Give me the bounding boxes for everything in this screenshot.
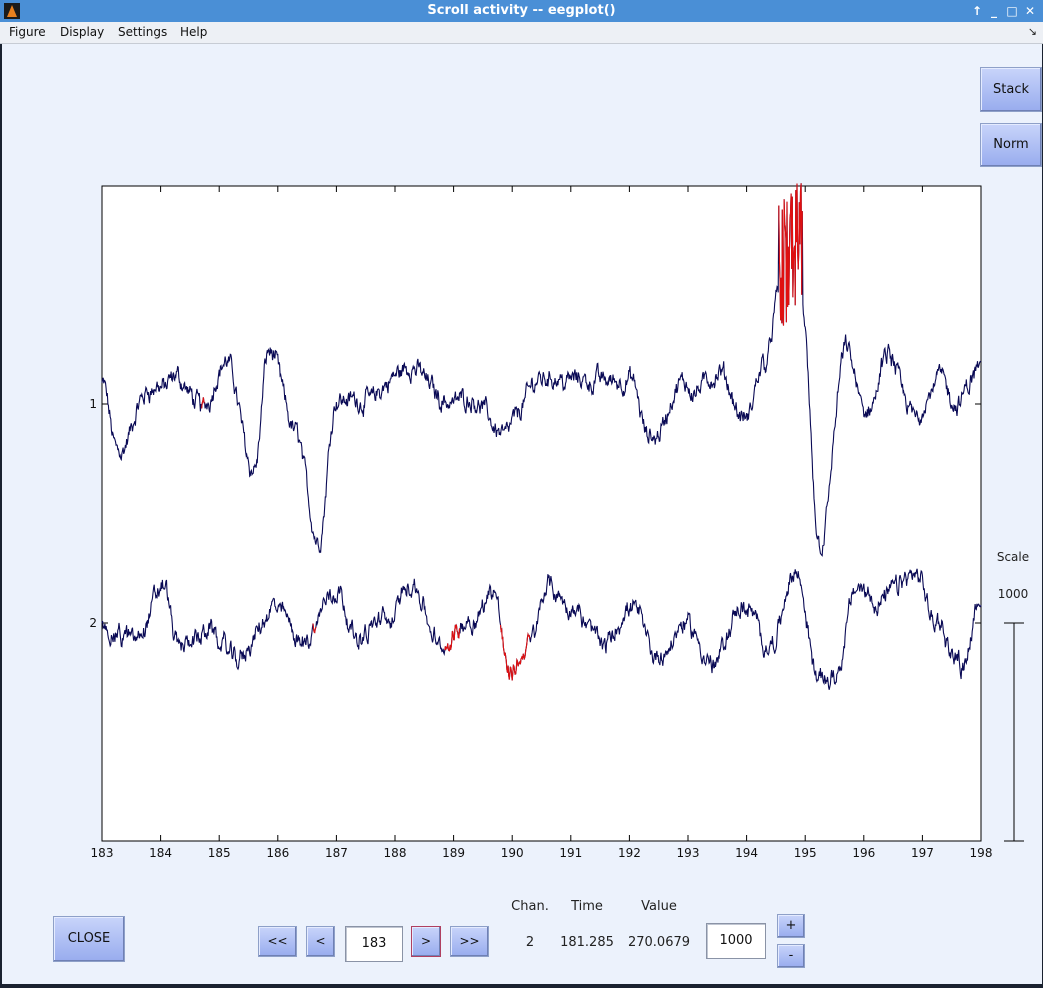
shade-icon[interactable]: ↑ [969, 0, 985, 22]
x-tick-label: 196 [852, 846, 875, 860]
scale-value: 1000 [997, 587, 1029, 601]
y-tick-label: 2 [89, 616, 97, 630]
x-tick-label: 197 [911, 846, 934, 860]
minimize-icon[interactable]: _ [986, 0, 1002, 22]
x-tick-label: 195 [794, 846, 817, 860]
chan-header: Chan. [511, 899, 549, 914]
scale-label: Scale [996, 550, 1030, 564]
x-tick-label: 186 [266, 846, 289, 860]
menu-settings[interactable]: Settings [118, 25, 167, 39]
stack-button[interactable]: Stack [980, 67, 1042, 112]
title-bar: Scroll activity -- eegplot() ↑ _ □ ✕ [0, 0, 1043, 22]
chan-value: 2 [525, 935, 535, 950]
x-tick-label: 198 [970, 846, 993, 860]
x-tick-label: 184 [149, 846, 172, 860]
menu-figure[interactable]: Figure [9, 25, 46, 39]
scale-decrease-button[interactable]: - [777, 944, 805, 968]
x-tick-label: 194 [735, 846, 758, 860]
close-window-icon[interactable]: ✕ [1022, 0, 1038, 22]
next-page-button[interactable]: > [411, 926, 441, 957]
time-input[interactable]: 183 [345, 926, 403, 962]
x-tick-label: 188 [384, 846, 407, 860]
dock-icon[interactable]: ↘ [1028, 25, 1037, 38]
figure-area: 183 184 185 186 187 188 189 190 191 192 193 194 195 1… [2, 44, 1042, 984]
scale-increase-button[interactable]: + [777, 914, 805, 938]
first-page-button[interactable]: << [258, 926, 297, 957]
x-tick-label: 191 [559, 846, 582, 860]
x-tick-label: 183 [91, 846, 114, 860]
x-tick-label: 193 [677, 846, 700, 860]
time-header: Time [571, 899, 603, 914]
x-tick-label: 192 [618, 846, 641, 860]
value-value: 270.0679 [627, 935, 691, 950]
last-page-button[interactable]: >> [450, 926, 489, 957]
menu-display[interactable]: Display [60, 25, 104, 39]
matlab-icon [4, 3, 20, 19]
time-value: 181.285 [560, 935, 614, 950]
close-button[interactable]: CLOSE [53, 916, 125, 962]
norm-button[interactable]: Norm [980, 123, 1042, 167]
x-tick-label: 185 [208, 846, 231, 860]
eeg-plot[interactable]: 183 184 185 186 187 188 189 190 191 192 193 194 195 1… [2, 44, 1042, 984]
maximize-icon[interactable]: □ [1004, 0, 1020, 22]
x-tick-label: 190 [501, 846, 524, 860]
y-tick-label: 1 [89, 397, 97, 411]
x-tick-label: 187 [325, 846, 348, 860]
menu-help[interactable]: Help [180, 25, 207, 39]
window-title: Scroll activity -- eegplot() [427, 3, 616, 18]
scale-input[interactable]: 1000 [706, 923, 766, 959]
x-tick-label: 189 [442, 846, 465, 860]
prev-page-button[interactable]: < [306, 926, 335, 957]
value-header: Value [641, 899, 677, 914]
axes-box[interactable] [101, 185, 982, 842]
menu-bar: Figure Display Settings Help ↘ [0, 22, 1043, 44]
